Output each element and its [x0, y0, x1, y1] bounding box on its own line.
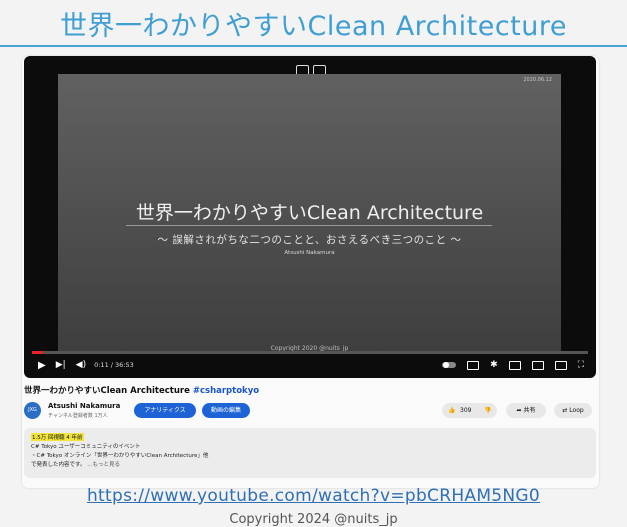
- share-button[interactable]: ➦ 共有: [506, 403, 546, 418]
- description-line-text: で発表した内容です。: [31, 462, 86, 468]
- video-url-link[interactable]: https://www.youtube.com/watch?v=pbCRHAM5…: [0, 486, 627, 506]
- cast-button-icon[interactable]: [554, 360, 567, 370]
- fullscreen-icon[interactable]: ⛶: [578, 360, 584, 370]
- settings-icon[interactable]: ✱: [490, 360, 498, 370]
- channel-row: JXG Atsushi Nakamura チャンネル登録者数 1万人 アナリティ…: [24, 401, 596, 423]
- description-line: で発表した内容です。 ...もっと見る: [31, 460, 120, 468]
- share-label: 共有: [523, 407, 536, 414]
- hashtag-link[interactable]: #csharptokyo: [193, 386, 259, 396]
- video-heading: 世界一わかりやすいClean Architecture #csharptokyo: [24, 384, 259, 396]
- like-count: 309: [460, 407, 472, 414]
- time-display: 0:11 / 36:53: [94, 361, 134, 369]
- title-divider: [0, 45, 627, 47]
- progress-fill: [32, 351, 44, 354]
- progress-bar[interactable]: [32, 351, 588, 354]
- avatar[interactable]: JXG: [24, 402, 41, 419]
- description-meta: 1.5万 回視聴 4 年前: [31, 433, 84, 441]
- next-icon[interactable]: ▶|: [56, 360, 66, 370]
- share-icon: ➦: [516, 407, 522, 414]
- slide-copyright: Copyright 2024 @nuits_jp: [229, 512, 398, 527]
- description-line: ・C# Tokyo オンライン「世界一わかりやすいClean Architect…: [31, 453, 209, 459]
- autoplay-toggle[interactable]: [442, 362, 457, 368]
- video-slide-author: Atsushi Nakamura: [284, 250, 335, 256]
- video-heading-text: 世界一わかりやすいClean Architecture: [24, 386, 190, 396]
- video-divider: [126, 225, 492, 226]
- slide-title: 世界一わかりやすいClean Architecture: [59, 11, 567, 42]
- channel-subscribers: チャンネル登録者数 1万人: [48, 413, 108, 419]
- subtitles-icon[interactable]: [467, 360, 480, 370]
- thumbs-down-icon[interactable]: 👎: [484, 403, 491, 418]
- miniplayer-button-icon[interactable]: [508, 360, 521, 370]
- video-slide-subtitle: ～ 誤解されがちな二つのことと、おさえるべき三つのこと ～: [157, 234, 462, 246]
- loop-button[interactable]: ⇄ Loop: [554, 403, 592, 418]
- channel-name[interactable]: Atsushi Nakamura: [48, 402, 120, 410]
- video-player[interactable]: 2020.06.12 世界一わかりやすいClean Architecture ～…: [24, 56, 596, 378]
- edit-video-button[interactable]: 動画の編集: [202, 403, 250, 418]
- analytics-button[interactable]: アナリティクス: [134, 403, 196, 418]
- loop-label: Loop: [569, 407, 584, 414]
- play-icon[interactable]: ▶: [38, 360, 46, 371]
- thumbs-up-icon: 👍: [448, 407, 456, 414]
- video-date: 2020.06.12: [523, 77, 552, 83]
- like-button[interactable]: 👍 309 👎: [442, 403, 497, 418]
- player-controls: ▶ ▶| ◀) 0:11 / 36:53 ✱ ⛶: [24, 356, 596, 374]
- theater-mode-icon[interactable]: [531, 360, 544, 370]
- description-box[interactable]: 1.5万 回視聴 4 年前 C# Tokyo ユーザーコミュニティのイベント ・…: [24, 428, 596, 478]
- video-slide-title: 世界一わかりやすいClean Architecture: [135, 202, 484, 224]
- video-frame: 2020.06.12 世界一わかりやすいClean Architecture ～…: [58, 74, 561, 354]
- show-more-link[interactable]: ...もっと見る: [87, 462, 120, 468]
- description-line: C# Tokyo ユーザーコミュニティのイベント: [31, 444, 141, 450]
- volume-icon[interactable]: ◀): [76, 360, 86, 370]
- youtube-screenshot: 2020.06.12 世界一わかりやすいClean Architecture ～…: [22, 56, 599, 488]
- loop-icon: ⇄: [562, 407, 568, 414]
